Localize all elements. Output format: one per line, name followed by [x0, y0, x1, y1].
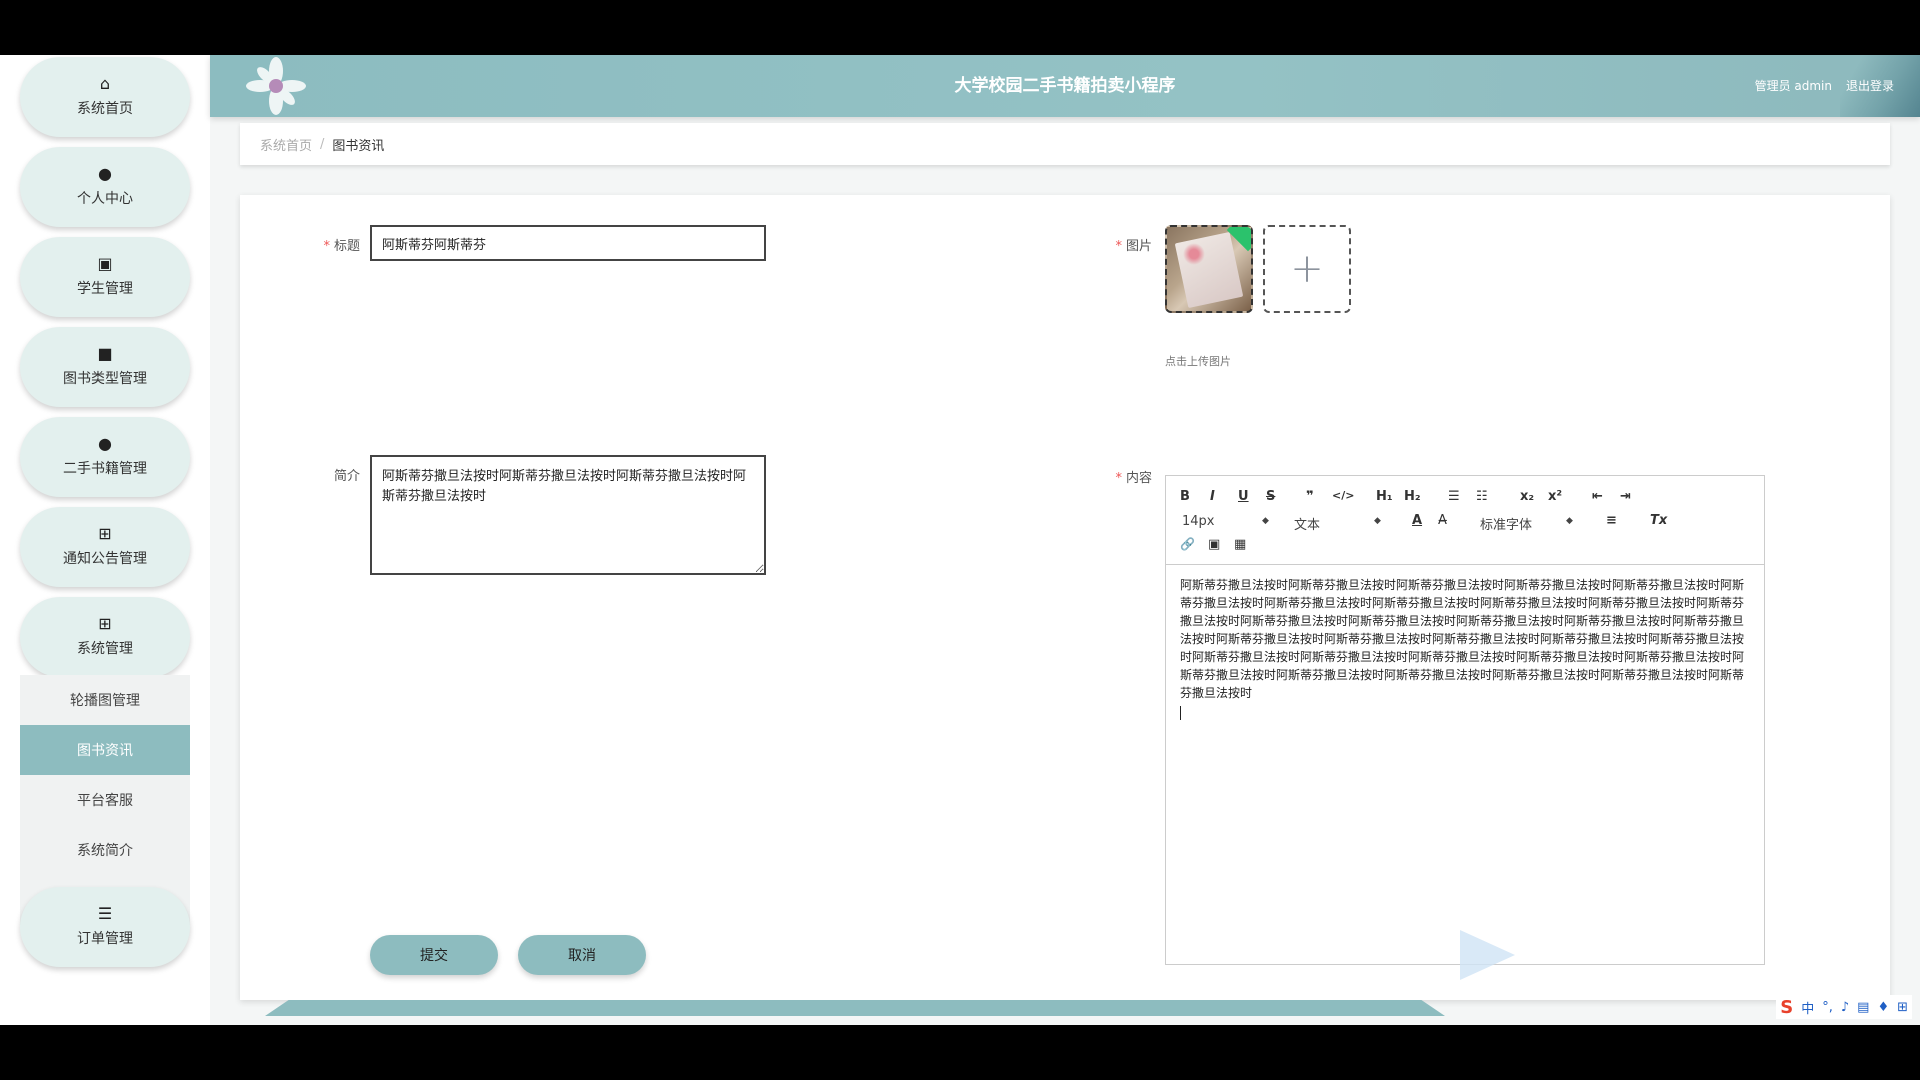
breadcrumb: 系统首页 / 图书资讯 — [240, 123, 1890, 165]
image-insert-button[interactable]: ▣ — [1208, 538, 1220, 551]
add-image-button[interactable]: + — [1263, 225, 1351, 313]
submenu-item-carousel[interactable]: 轮播图管理 — [20, 675, 190, 725]
submenu-item-about[interactable]: 系统简介 — [20, 825, 190, 875]
microphone-icon[interactable]: ♪ — [1841, 1000, 1849, 1015]
submit-button[interactable]: 提交 — [370, 935, 498, 975]
sidebar-item-label: 系统首页 — [77, 101, 133, 117]
font-size-select[interactable]: 14px ◆ — [1182, 514, 1272, 529]
background-color-button[interactable]: A̶ — [1438, 514, 1447, 527]
superscript-button[interactable]: x² — [1548, 490, 1562, 503]
link-button[interactable]: 🔗 — [1180, 538, 1195, 550]
editor-text: 阿斯蒂芬撒旦法按时阿斯蒂芬撒旦法按时阿斯蒂芬撒旦法按时阿斯蒂芬撒旦法按时阿斯蒂芬… — [1180, 578, 1745, 700]
cancel-button[interactable]: 取消 — [518, 935, 646, 975]
sidebar-item-students[interactable]: ▣ 学生管理 — [20, 237, 190, 317]
submenu-item-support[interactable]: 平台客服 — [20, 775, 190, 825]
clean-format-button[interactable]: Tx — [1650, 514, 1667, 527]
letterbox-bottom — [0, 1025, 1920, 1080]
grid-icon: ⊞ — [98, 524, 112, 543]
required-mark: * — [1115, 239, 1122, 254]
video-insert-button[interactable]: ▦ — [1234, 538, 1246, 551]
editor-toolbar: B I U S ❞ </> H₁ H₂ ☰ ☷ x₂ x² ⇤ ⇥ 14px ◆ … — [1166, 476, 1764, 565]
logout-link[interactable]: 退出登录 — [1846, 77, 1894, 94]
rich-text-editor: B I U S ❞ </> H₁ H₂ ☰ ☷ x₂ x² ⇤ ⇥ 14px ◆ … — [1165, 475, 1765, 965]
select-arrow-icon: ◆ — [1262, 516, 1269, 526]
sidebar-item-label: 二手书籍管理 — [63, 461, 147, 477]
image-label: * 图片 — [1115, 239, 1152, 254]
play-watermark-icon — [1460, 930, 1515, 980]
top-header: 大学校园二手书籍拍卖小程序 管理员 admin 退出登录 — [210, 55, 1920, 117]
strike-button[interactable]: S — [1266, 490, 1275, 503]
underline-button[interactable]: U — [1238, 490, 1249, 503]
sidebar-item-book-types[interactable]: ■ 图书类型管理 — [20, 327, 190, 407]
submenu-item-book-news[interactable]: 图书资讯 — [20, 725, 190, 775]
sidebar-item-label: 通知公告管理 — [63, 551, 147, 567]
breadcrumb-current: 图书资讯 — [332, 138, 385, 154]
book-cover — [1174, 231, 1244, 309]
editor-content[interactable]: 阿斯蒂芬撒旦法按时阿斯蒂芬撒旦法按时阿斯蒂芬撒旦法按时阿斯蒂芬撒旦法按时阿斯蒂芬… — [1180, 576, 1752, 720]
ime-mode[interactable]: 中 — [1801, 998, 1814, 1017]
sidebar-item-label: 个人中心 — [77, 191, 133, 207]
select-arrow-icon: ◆ — [1566, 516, 1573, 526]
content-label: * 内容 — [1115, 471, 1152, 486]
h1-button[interactable]: H₁ — [1376, 490, 1393, 503]
bold-button[interactable]: B — [1180, 490, 1190, 503]
app-title: 大学校园二手书籍拍卖小程序 — [954, 76, 1176, 96]
bullet-list-button[interactable]: ☷ — [1476, 490, 1488, 503]
sidebar-item-label: 图书类型管理 — [63, 371, 147, 387]
title-label: * 标题 — [323, 239, 360, 254]
sidebar: ⌂ 系统首页 ● 个人中心 ▣ 学生管理 ■ 图书类型管理 ● 二手书籍管理 ⊞… — [0, 55, 210, 1025]
video-icon: ■ — [97, 344, 113, 363]
sidebar-item-system[interactable]: ⊞ 系统管理 — [20, 597, 190, 677]
outdent-button[interactable]: ⇤ — [1592, 490, 1603, 503]
intro-textarea[interactable]: 阿斯蒂芬撒旦法按时阿斯蒂芬撒旦法按时阿斯蒂芬撒旦法按时阿斯蒂芬撒旦法按时 — [370, 455, 766, 575]
grid-icon: ⊞ — [98, 614, 112, 633]
bottom-decoration-bar — [265, 1000, 1445, 1016]
list-icon: ☰ — [97, 904, 113, 923]
text-color-button[interactable]: A — [1412, 514, 1422, 527]
sidebar-item-notices[interactable]: ⊞ 通知公告管理 — [20, 507, 190, 587]
breadcrumb-home[interactable]: 系统首页 — [260, 135, 312, 154]
font-family-select[interactable]: 标准字体 ◆ — [1480, 514, 1576, 533]
breadcrumb-separator: / — [320, 136, 325, 152]
code-block-button[interactable]: </> — [1332, 490, 1354, 501]
clipboard-icon: ▣ — [97, 254, 113, 273]
select-arrow-icon: ◆ — [1374, 516, 1381, 526]
sidebar-item-profile[interactable]: ● 个人中心 — [20, 147, 190, 227]
skin-icon[interactable]: ♦ — [1877, 1000, 1889, 1015]
sidebar-item-label: 学生管理 — [77, 281, 133, 297]
sogou-logo-icon: S — [1780, 996, 1794, 1018]
h2-button[interactable]: H₂ — [1404, 490, 1421, 503]
title-input[interactable] — [370, 225, 766, 261]
punctuation-icon[interactable]: °, — [1822, 1000, 1833, 1015]
uploaded-book-image[interactable] — [1165, 225, 1253, 313]
text-caret — [1180, 706, 1181, 720]
user-icon: ● — [98, 164, 112, 183]
book-cover-flower — [1183, 243, 1205, 265]
home-icon: ⌂ — [99, 74, 111, 93]
required-mark: * — [1115, 471, 1122, 486]
ordered-list-button[interactable]: ☰ — [1448, 490, 1460, 503]
toolbox-icon[interactable]: ⊞ — [1897, 1000, 1908, 1015]
sidebar-item-label: 订单管理 — [77, 931, 133, 947]
blockquote-button[interactable]: ❞ — [1306, 490, 1314, 503]
keyboard-icon[interactable]: ▤ — [1857, 1000, 1869, 1015]
user-icon: ● — [98, 434, 112, 453]
required-mark: * — [323, 239, 330, 254]
app-screen: ⌂ 系统首页 ● 个人中心 ▣ 学生管理 ■ 图书类型管理 ● 二手书籍管理 ⊞… — [0, 55, 1920, 1025]
sidebar-item-home[interactable]: ⌂ 系统首页 — [20, 57, 190, 137]
sidebar-item-label: 系统管理 — [77, 641, 133, 657]
form-card: *标题 简介 阿斯蒂芬撒旦法按时阿斯蒂芬撒旦法按时阿斯蒂芬撒旦法按时阿斯蒂芬撒旦… — [240, 195, 1890, 1000]
sidebar-item-used-books[interactable]: ● 二手书籍管理 — [20, 417, 190, 497]
italic-button[interactable]: I — [1210, 490, 1215, 503]
align-button[interactable]: ≡ — [1606, 514, 1617, 527]
upload-tip: 点击上传图片 — [1165, 355, 1231, 368]
subscript-button[interactable]: x₂ — [1520, 490, 1534, 503]
sidebar-item-orders[interactable]: ☰ 订单管理 — [20, 887, 190, 967]
intro-label: 简介 — [333, 469, 360, 484]
indent-button[interactable]: ⇥ — [1620, 490, 1631, 503]
current-user: 管理员 admin — [1754, 79, 1832, 93]
ime-toolbar[interactable]: S 中 °, ♪ ▤ ♦ ⊞ — [1776, 995, 1912, 1019]
header-select[interactable]: 文本 ◆ — [1294, 514, 1384, 533]
